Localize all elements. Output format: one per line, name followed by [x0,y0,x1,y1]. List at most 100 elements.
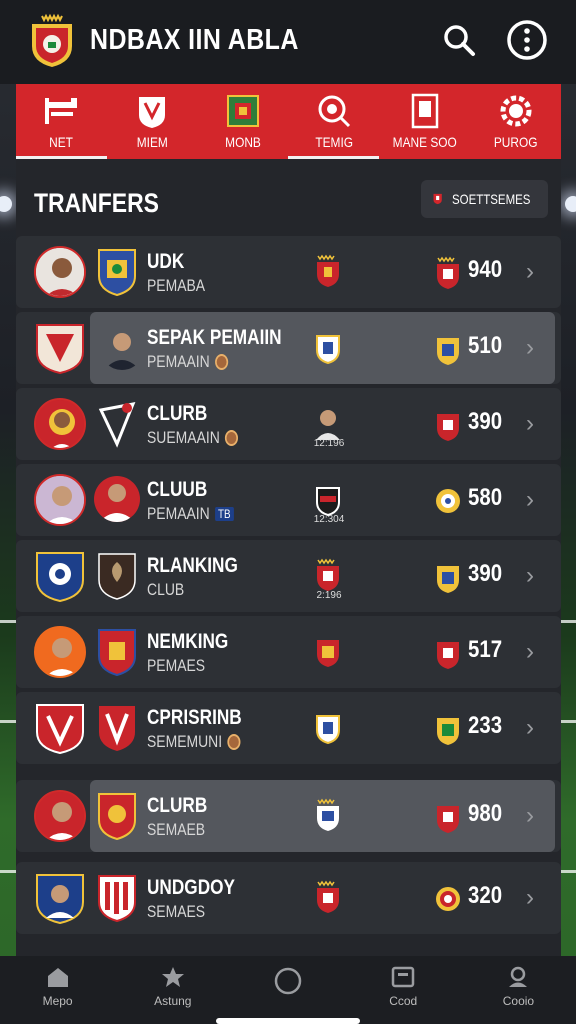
transfer-row[interactable]: UDK PEMABA 940 › [16,236,561,308]
shield-icon [433,193,442,205]
player-name: NEMKING [147,630,229,653]
club-crest-icon [317,798,339,831]
transfer-value: 233 [468,712,503,739]
player-subtitle-text: PEMAAIN [147,352,210,371]
tab-monb[interactable]: MONB [198,84,289,159]
transfer-row[interactable]: CLURB SUEMAAIN 12:196 390 › [16,388,561,460]
transfer-time: 12:304 [313,514,345,525]
transfer-row[interactable]: UNDGDOY SEMAES 320 › [16,862,561,934]
transfer-value: 320 [468,882,503,909]
player-name: SEPAK PEMAIIN [147,326,282,349]
club-crest-icon [316,487,340,516]
chevron-right-icon: › [526,486,534,513]
tab-miem[interactable]: MIEM [107,84,198,159]
transfer-row[interactable]: RLANKING CLUB 2:196 390 › [16,540,561,612]
floodlight [565,196,576,212]
tab-label: PUROG [493,134,538,150]
player-avatar [100,326,144,370]
sort-button[interactable]: SOETTSEMES [421,180,548,218]
club-crest-icon [316,335,340,364]
search-button[interactable] [437,18,481,62]
home-icon [47,968,68,987]
transfer-value: 980 [468,800,503,827]
transfer-value: 390 [468,408,503,435]
nav-ccod[interactable]: Ccod [346,956,461,1024]
transfer-row[interactable]: CLURB SEMAEB 980 › [16,780,561,852]
app-header: NDBAX IIN ABLA [0,0,576,84]
nav-home[interactable]: Mepo [0,956,115,1024]
player-subtitle: CLUB [147,580,184,600]
transfer-value: 510 [468,332,503,359]
player-subtitle: SEMEMUNI [147,732,241,752]
tab-purog[interactable]: PUROG [470,84,561,159]
nav-center[interactable] [230,956,345,1024]
player-avatar [34,398,86,450]
tab-bar: NET MIEM MONB TEMIG MANE SOO PUROG [16,84,561,159]
club-crest-icon [317,880,339,913]
app-title: NDBAX IIN ABLA [90,24,299,56]
tab-label: MIEM [136,134,168,150]
chevron-right-icon: › [526,884,534,911]
more-options-button[interactable] [505,18,549,62]
star-icon [161,967,184,987]
club-crest-icon [437,338,459,365]
app-logo-icon [32,13,72,67]
nav-astung[interactable]: Astung [115,956,230,1024]
player-subtitle-text: PEMAAIN [147,504,210,523]
club-crest-icon [36,324,84,374]
club-crest-icon [98,553,136,600]
tab-temig[interactable]: TEMIG [288,84,380,159]
transfer-row[interactable]: CLUUB PEMAAIN TB 12:304 580 › [16,464,561,536]
player-subtitle-text: PEMABA [147,276,206,295]
player-subtitle-text: SEMAES [147,902,206,921]
transfer-row[interactable]: SEPAK PEMAIIN PEMAAIN 510 › [16,312,561,384]
tag-badge: TB [214,507,234,521]
chevron-right-icon: › [526,714,534,741]
club-crest-icon [98,249,136,296]
net-icon [40,92,82,130]
player-name: CLUUB [147,478,208,501]
player-name: CLURB [147,794,208,817]
club-crest-icon [36,874,84,924]
circle-icon [274,967,302,995]
chevron-right-icon: › [526,802,534,829]
tab-label: TEMIG [315,134,353,150]
transfer-time: 12:196 [313,438,345,449]
player-subtitle: SEMAEB [147,820,205,840]
player-subtitle: PEMAAIN [147,352,228,372]
tab-label: MANE SOO [392,134,457,150]
home-indicator[interactable] [216,1018,360,1024]
club-crest-icon [437,566,459,593]
shirt-icon [131,92,173,130]
player-avatar [34,790,86,842]
player-avatar [34,626,86,678]
transfer-value: 517 [468,636,503,663]
nav-profile[interactable]: Cooio [461,956,576,1024]
player-avatar [34,246,86,298]
player-subtitle-text: SEMEMUNI [147,732,223,751]
chevron-right-icon: › [526,410,534,437]
transfer-row[interactable]: CPRISRINB SEMEMUNI 233 › [16,692,561,764]
nav-label: Cooio [502,994,535,1008]
player-name: CPRISRINB [147,706,242,729]
player-avatar-icon [316,410,340,440]
club-crest-icon [317,558,339,591]
club-crest-icon [437,718,459,745]
nav-label: Astung [154,994,192,1008]
badge-icon [222,92,264,130]
tab-net[interactable]: NET [16,84,107,159]
tab-label: NET [49,134,74,150]
club-crest-icon [98,793,136,840]
club-crest-icon [98,875,136,922]
club-crest-icon [437,256,459,289]
club-crest-icon [98,402,136,448]
tab-mane-soo[interactable]: MANE SOO [379,84,470,159]
ball-icon [224,430,238,446]
transfer-row[interactable]: NEMKING PEMAES 517 › [16,616,561,688]
transfer-time: 2:196 [316,590,342,601]
player-subtitle: PEMABA [147,276,205,296]
search-icon [444,25,475,56]
gear-icon [495,92,537,130]
club-crest-icon [437,414,459,441]
chevron-right-icon: › [526,334,534,361]
